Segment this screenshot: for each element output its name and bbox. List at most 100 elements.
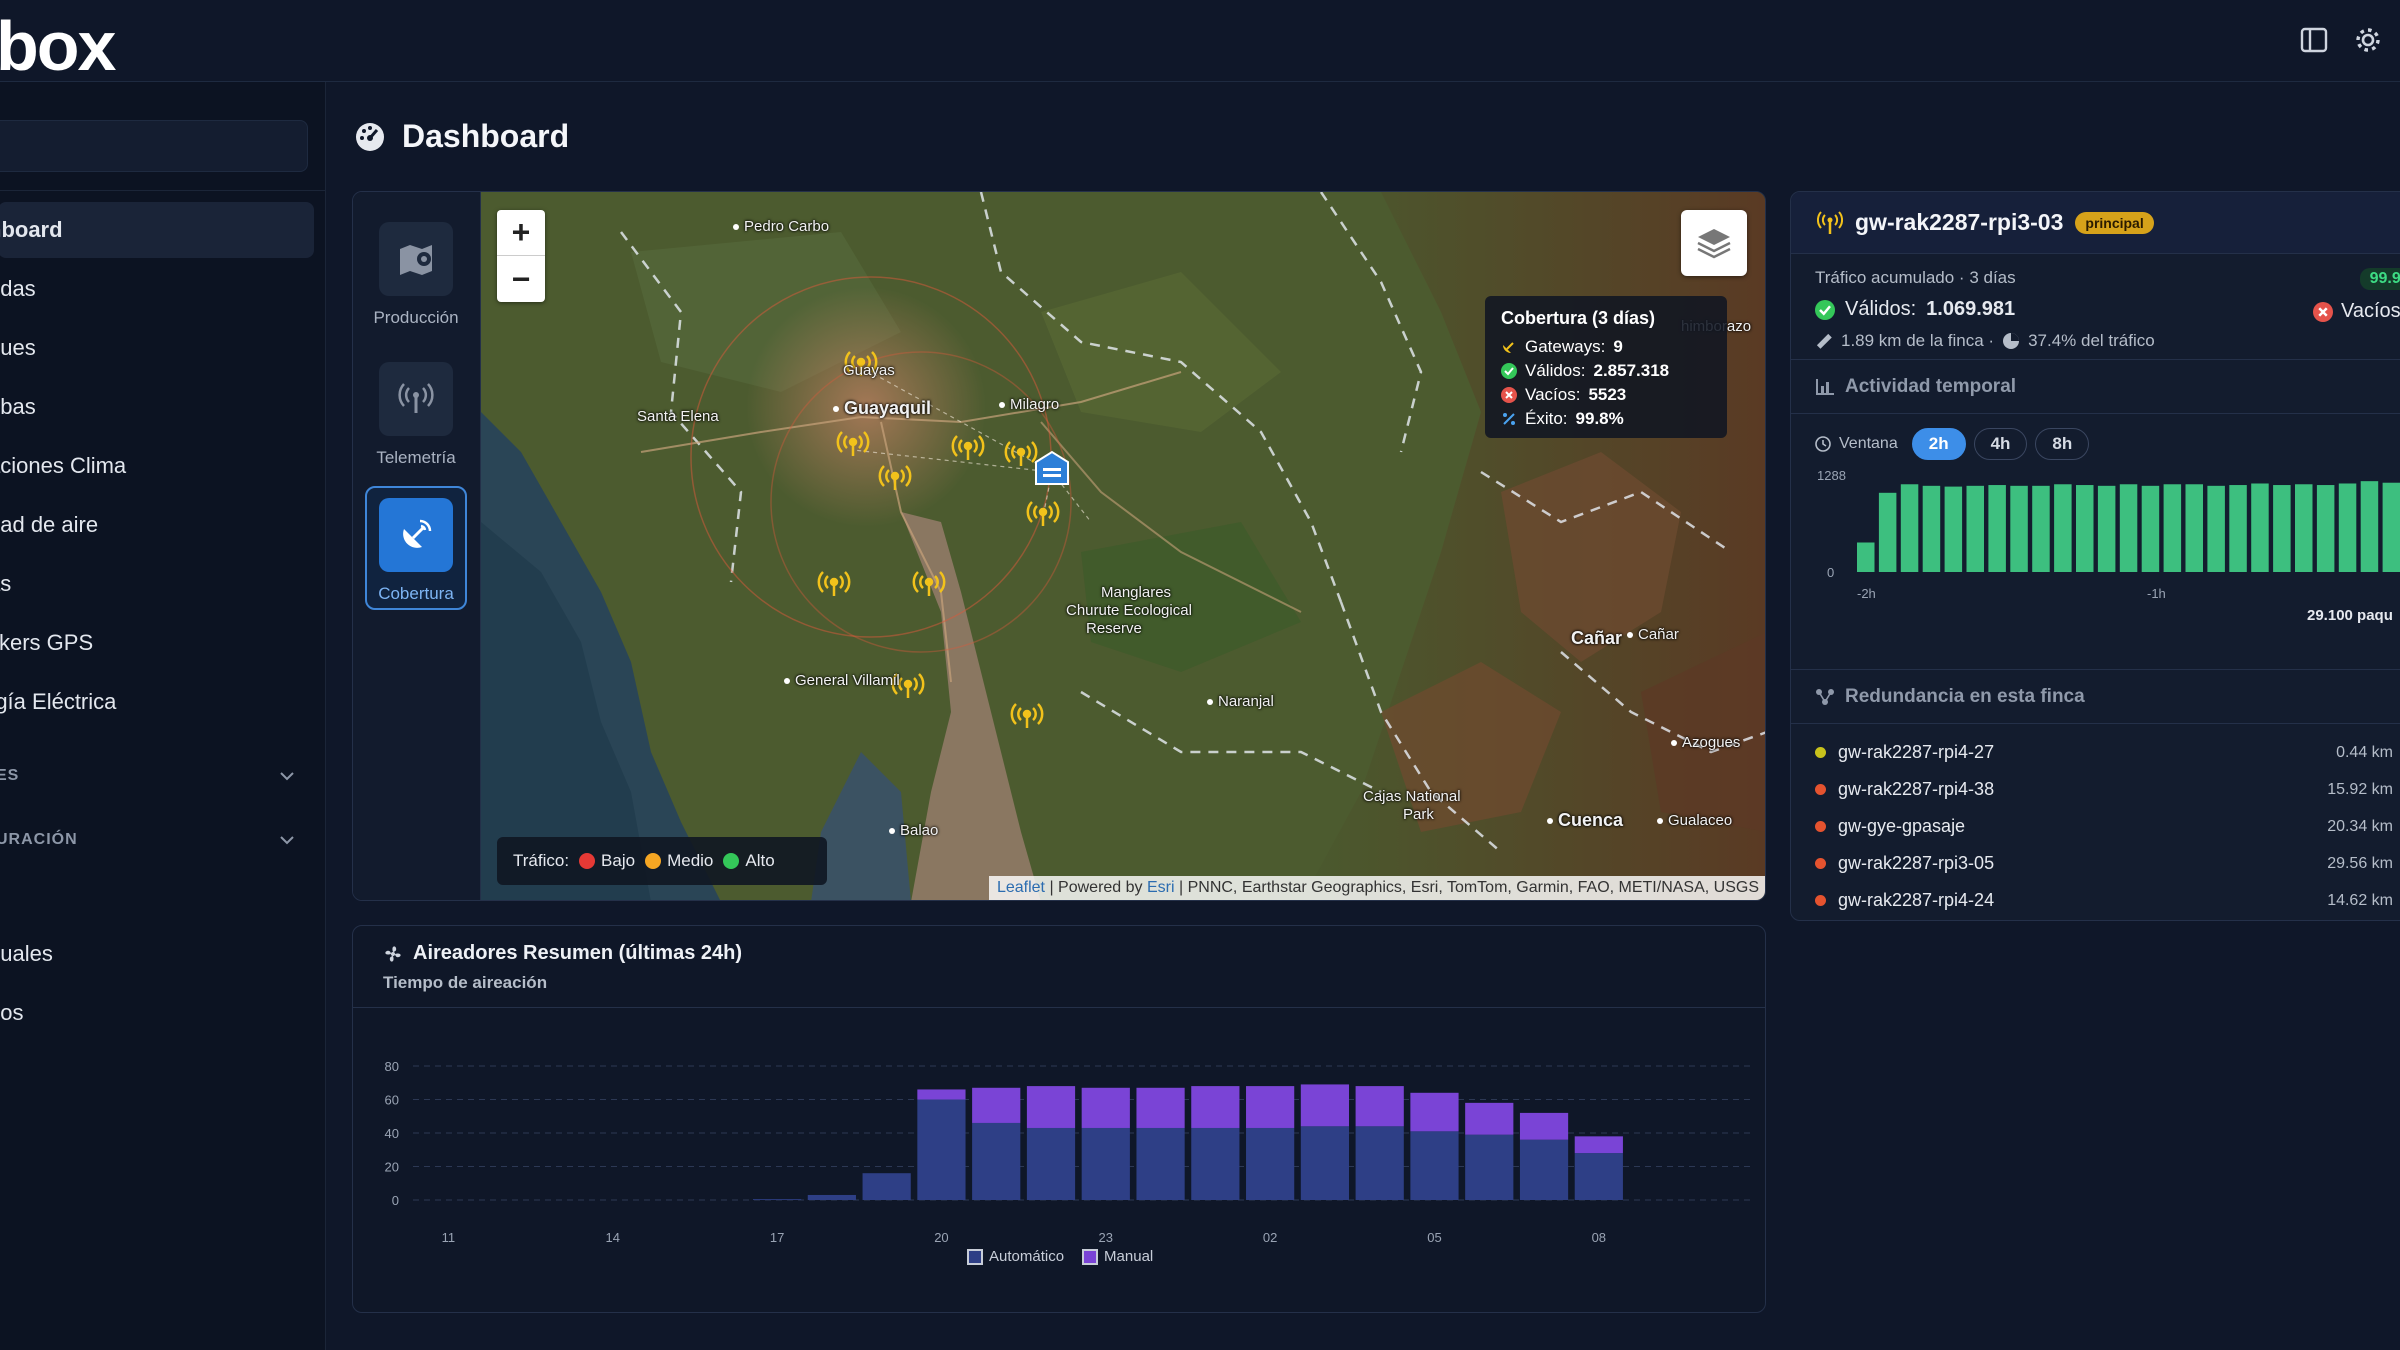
sidebar-item-estaciones-clima[interactable]: aciones Clima xyxy=(0,438,314,494)
bar-automatico[interactable] xyxy=(1081,1127,1130,1200)
mode-telemetria-button[interactable]: Telemetría xyxy=(365,352,467,476)
legend-item-manual[interactable]: Manual xyxy=(1082,1248,1153,1266)
bar-manual[interactable] xyxy=(1246,1086,1295,1128)
attribution-text: | Powered by xyxy=(1045,879,1147,896)
bar-manual[interactable] xyxy=(1465,1102,1514,1135)
leaflet-link[interactable]: Leaflet xyxy=(997,879,1045,896)
x-tick-label: 17 xyxy=(770,1230,784,1245)
sidebar-section-label: URACIÓN xyxy=(0,831,78,848)
bar-automatico[interactable] xyxy=(1355,1126,1404,1200)
place-label: Milagro xyxy=(999,396,1059,413)
bar-manual[interactable] xyxy=(917,1089,966,1100)
sidebar-item-bombas[interactable]: nbas xyxy=(0,379,314,435)
x-tick-label: 02 xyxy=(1263,1230,1277,1245)
sidebar-item-corridas[interactable]: ridas xyxy=(0,261,314,317)
bar-automatico[interactable] xyxy=(1519,1139,1569,1200)
list-item[interactable]: gw-gye-gpasaje 20.34 km xyxy=(1791,808,2400,845)
sidebar-section-configuracion[interactable]: URACIÓN xyxy=(0,820,296,860)
brand-logo[interactable]: box xyxy=(0,6,116,86)
list-item[interactable]: gw-rak2287-rpi4-38 15.92 km xyxy=(1791,771,2400,808)
gateway-header: gw-rak2287-rpi3-03 principal xyxy=(1791,192,2400,254)
sidebar-search-input[interactable] xyxy=(0,120,308,172)
sidebar-item-dashboard[interactable]: hboard xyxy=(0,202,314,258)
bar-automatico[interactable] xyxy=(752,1199,802,1200)
sidebar-item-videos[interactable]: eos xyxy=(0,985,314,1041)
clock-icon xyxy=(1815,436,1831,452)
bar-automatico[interactable] xyxy=(1246,1127,1295,1200)
list-item[interactable]: gw-rak2287-rpi3-05 29.56 km xyxy=(1791,845,2400,882)
sidebar-item-label: ckers GPS xyxy=(0,630,94,655)
list-item[interactable]: gw-rak2287-rpi4-27 0.44 km xyxy=(1791,734,2400,771)
bar-automatico[interactable] xyxy=(917,1099,966,1201)
sidebar-item-energia-electrica[interactable]: rgía Eléctrica xyxy=(0,674,314,730)
legend-label: Automático xyxy=(989,1248,1065,1265)
bar-chart-icon xyxy=(1816,378,1834,395)
zoom-in-button[interactable]: + xyxy=(497,210,545,256)
window-8h-button[interactable]: 8h xyxy=(2035,428,2090,460)
zoom-out-button[interactable]: − xyxy=(497,256,545,302)
aireadores-title: Aireadores Resumen (últimas 24h) xyxy=(413,942,742,964)
place-label: Naranjal xyxy=(1207,693,1274,710)
sidebar-item-trackers-gps[interactable]: ckers GPS xyxy=(0,615,314,671)
sidebar-item-calidad-aire[interactable]: dad de aire xyxy=(0,497,314,553)
coverage-title: Cobertura (3 días) xyxy=(1501,308,1656,328)
window-2h-button[interactable]: 2h xyxy=(1911,428,1966,460)
bar-automatico[interactable] xyxy=(1300,1126,1350,1200)
bar-automatico[interactable] xyxy=(1465,1134,1514,1200)
esri-link[interactable]: Esri xyxy=(1147,879,1175,896)
list-item[interactable]: gw-rak2287-rpi4-24 14.62 km xyxy=(1791,882,2400,919)
aireadores-header: Aireadores Resumen (últimas 24h) Tiempo … xyxy=(353,926,1765,1008)
mode-produccion-button[interactable]: Producción xyxy=(365,212,467,336)
coverage-vacios-value: 5523 xyxy=(1588,385,1627,404)
bar-automatico[interactable] xyxy=(862,1173,911,1200)
bar-automatico[interactable] xyxy=(1136,1127,1185,1200)
sidebar-item-tanques[interactable]: ques xyxy=(0,320,314,376)
layers-button[interactable] xyxy=(1681,210,1747,276)
bar-automatico[interactable] xyxy=(807,1194,856,1200)
vacios-line: Vacíos xyxy=(2313,300,2400,323)
sidebar-item-label: eos xyxy=(0,1000,24,1025)
x-tick-label: 05 xyxy=(1427,1230,1441,1245)
traffic-legend-label: Tráfico: xyxy=(513,851,570,870)
y-tick-label: 60 xyxy=(385,1093,399,1108)
sidebar-item-label: dad de aire xyxy=(0,512,99,537)
sidebar-toggle-icon[interactable] xyxy=(2296,22,2332,58)
bar-manual[interactable] xyxy=(1081,1087,1130,1128)
bar-manual[interactable] xyxy=(1191,1086,1240,1128)
bar-manual[interactable] xyxy=(1519,1112,1569,1140)
coverage-gateways-label: Gateways: xyxy=(1525,337,1606,356)
bar-automatico[interactable] xyxy=(1026,1127,1076,1200)
bar-manual[interactable] xyxy=(1574,1136,1623,1154)
sidebar-item-alertas[interactable]: as xyxy=(0,556,314,612)
window-4h-button[interactable]: 4h xyxy=(1973,428,2028,460)
map-canvas[interactable]: Pedro Carbo Guayas Guayaquil Milagro San… xyxy=(481,192,1765,900)
bar-manual[interactable] xyxy=(1026,1086,1076,1128)
aireadores-summary-card: Aireadores Resumen (últimas 24h) Tiempo … xyxy=(352,925,1766,1313)
x-tick-label: 20 xyxy=(934,1230,948,1245)
dashboard-gauge-icon xyxy=(356,122,384,151)
legend-item-automatico[interactable]: Automático xyxy=(967,1248,1065,1266)
bar-automatico[interactable] xyxy=(1191,1127,1240,1200)
chevron-down-icon xyxy=(280,836,294,845)
bar-manual[interactable] xyxy=(1410,1092,1459,1132)
sidebar-section-reportes[interactable]: ES xyxy=(0,756,296,796)
bar-automatico[interactable] xyxy=(972,1122,1021,1200)
bar-manual[interactable] xyxy=(1300,1084,1350,1127)
page-title: Dashboard xyxy=(402,118,570,154)
x-tick-label: -1h xyxy=(2147,586,2166,601)
coverage-map-card: Producción Telemetría Cobertura Pedro Ca… xyxy=(352,191,1766,901)
sidebar-item-manuales[interactable]: nuales xyxy=(0,926,314,982)
distance-line: 1.89 km de la finca · 37.4% del tráfico xyxy=(1815,331,2385,351)
bar-manual[interactable] xyxy=(1136,1087,1185,1128)
bar-automatico[interactable] xyxy=(1410,1131,1459,1200)
network-icon xyxy=(1816,688,1834,705)
bar-manual[interactable] xyxy=(1355,1086,1404,1127)
bar-automatico[interactable] xyxy=(1574,1153,1623,1200)
activity-bar xyxy=(2119,484,2138,572)
coverage-exito-value: 99.8% xyxy=(1575,409,1624,428)
gear-icon[interactable] xyxy=(2350,22,2386,58)
bar-manual[interactable] xyxy=(972,1087,1021,1123)
place-label: Azogues xyxy=(1671,734,1740,751)
mode-cobertura-button[interactable]: Cobertura xyxy=(365,486,467,610)
activity-bar xyxy=(2338,483,2357,572)
